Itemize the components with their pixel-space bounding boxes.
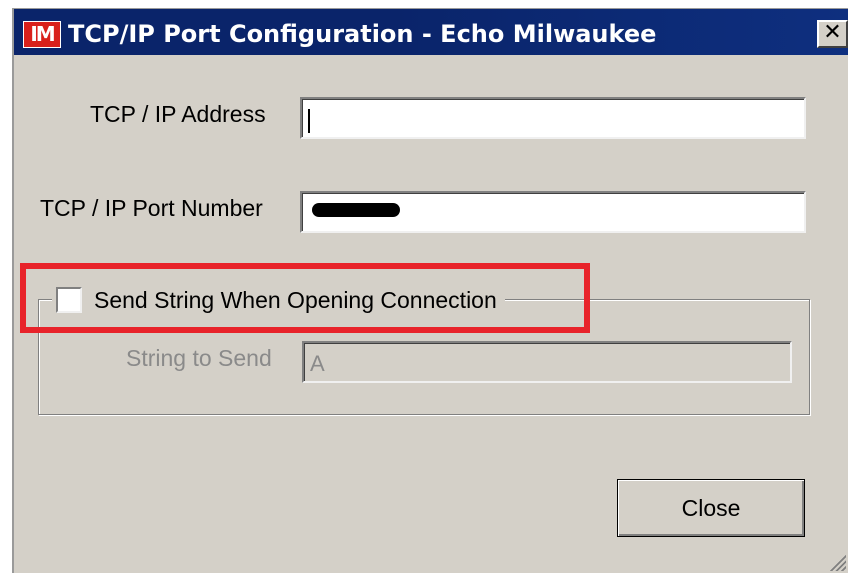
window-title: TCP/IP Port Configuration - Echo Milwauk…: [68, 20, 657, 48]
tcp-ip-port-input[interactable]: [300, 191, 806, 233]
tcp-ip-address-label: TCP / IP Address: [90, 101, 266, 127]
send-string-checkbox-label[interactable]: Send String When Opening Connection: [94, 287, 497, 314]
send-string-legend: Send String When Opening Connection: [52, 285, 505, 315]
text-caret: [308, 109, 310, 134]
redaction-mark: [312, 203, 400, 217]
dialog-window: IM TCP/IP Port Configuration - Echo Milw…: [12, 8, 848, 573]
string-to-send-value: A: [310, 351, 325, 376]
string-to-send-label: String to Send: [126, 345, 272, 371]
close-window-button[interactable]: ✕: [817, 20, 848, 48]
string-to-send-input[interactable]: A: [302, 341, 792, 383]
send-string-checkbox[interactable]: [56, 287, 82, 313]
resize-grip-icon[interactable]: [828, 553, 846, 571]
app-logo-icon: IM: [23, 21, 61, 48]
tcp-ip-port-label: TCP / IP Port Number: [40, 195, 263, 221]
close-button[interactable]: Close: [617, 479, 805, 537]
title-bar[interactable]: IM TCP/IP Port Configuration - Echo Milw…: [14, 9, 848, 55]
tcp-ip-address-input[interactable]: [300, 97, 806, 139]
